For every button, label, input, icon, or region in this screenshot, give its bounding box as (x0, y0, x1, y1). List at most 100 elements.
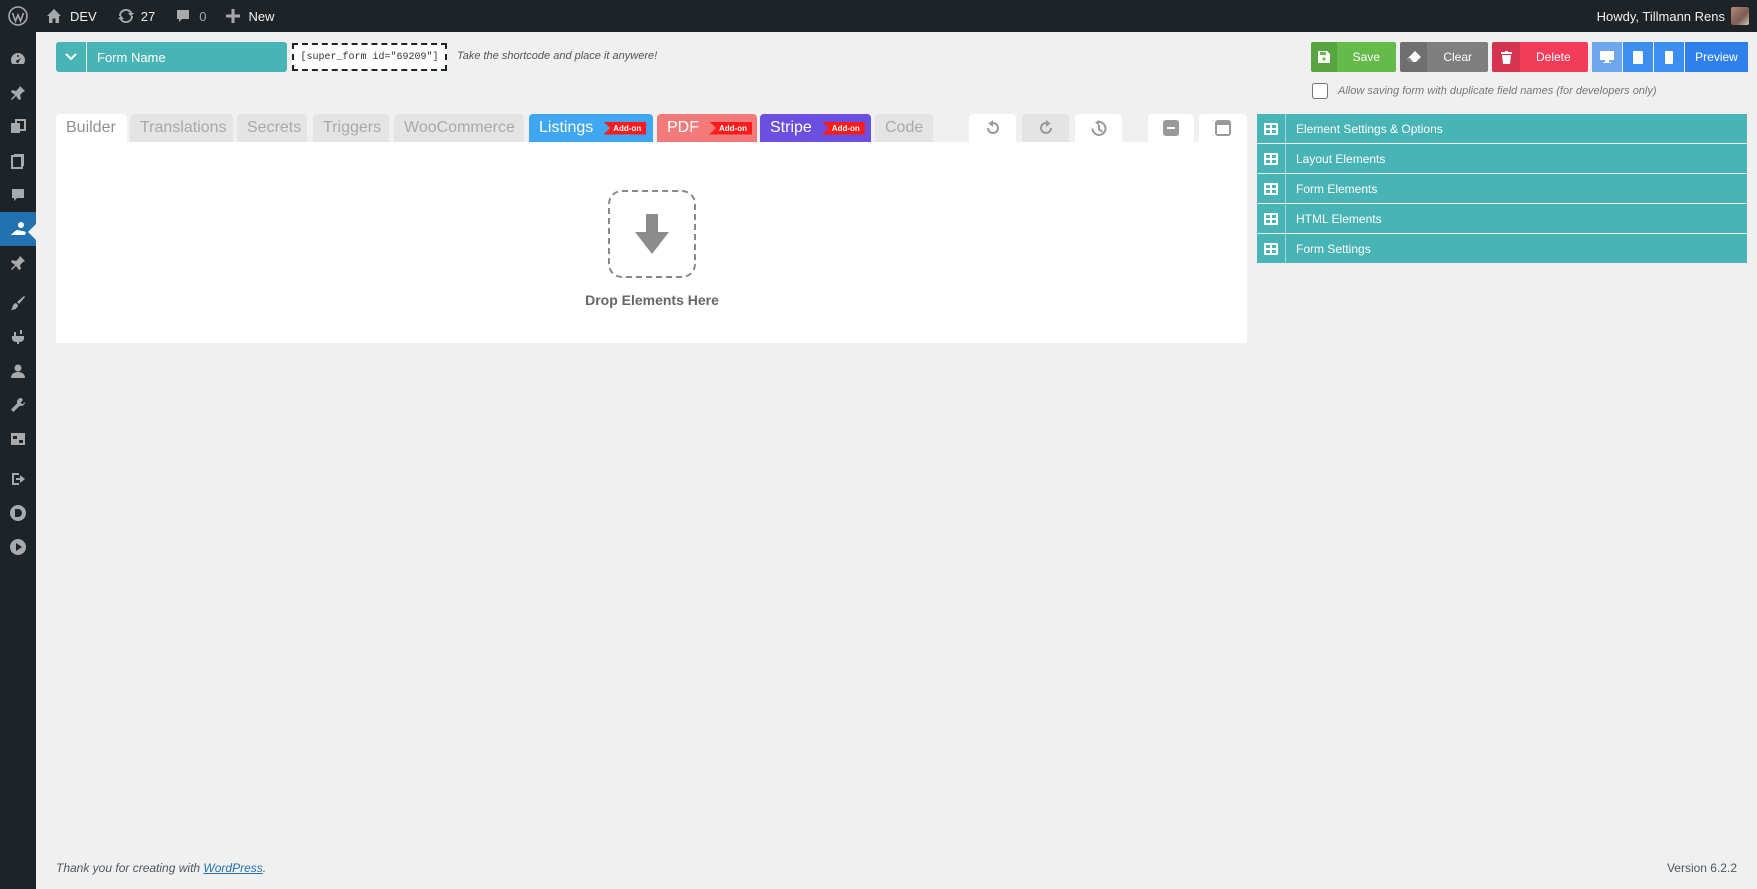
redo-icon (1039, 120, 1052, 134)
tools-icon[interactable] (0, 388, 36, 422)
my-account-link[interactable]: Howdy, Tillmann Rens (1587, 0, 1757, 32)
updates-link[interactable]: 27 (107, 0, 165, 32)
undo-button[interactable] (969, 114, 1016, 142)
minimize-icon (1163, 120, 1179, 136)
clear-button[interactable]: Clear (1400, 42, 1488, 72)
elements-panel: Element Settings & Options Layout Elemen… (1257, 114, 1747, 264)
grid-icon (1257, 204, 1286, 233)
panel-item-label: HTML Elements (1296, 211, 1382, 226)
grid-icon (1257, 144, 1286, 173)
greeting: Howdy, Tillmann Rens (1596, 8, 1725, 24)
tab-label: Triggers (323, 119, 382, 136)
maximize-icon (1215, 120, 1231, 136)
pin-icon[interactable] (0, 246, 36, 280)
history-icon (1091, 119, 1107, 136)
history-button[interactable] (1075, 114, 1122, 142)
panel-item-label: Layout Elements (1296, 151, 1386, 166)
tab-pdf[interactable]: PDF Add-on (657, 114, 757, 142)
floppy-icon (1311, 42, 1337, 72)
tab-label: Code (885, 119, 924, 136)
site-name: DEV (70, 8, 97, 24)
eraser-icon (1400, 42, 1428, 72)
tab-label: Builder (66, 119, 116, 136)
tablet-view-button[interactable] (1623, 42, 1653, 72)
media-icon[interactable] (0, 110, 36, 144)
tab-triggers[interactable]: Triggers (313, 114, 389, 142)
admin-bar: DEV 27 0 New Howdy, Tillmann Rens (0, 0, 1757, 32)
appearance-icon[interactable] (0, 286, 36, 320)
footer-thanks-prefix: Thank you for creating with (56, 861, 204, 875)
delete-button[interactable]: Delete (1492, 42, 1588, 72)
arrow-down-icon (635, 214, 669, 254)
panel-item-label: Form Settings (1296, 241, 1371, 256)
grid-icon (1257, 174, 1286, 203)
tab-secrets[interactable]: Secrets (237, 114, 307, 142)
panel-form-settings[interactable]: Form Settings (1257, 234, 1747, 263)
form-name-input[interactable] (87, 42, 287, 72)
form-selector-toggle[interactable] (56, 42, 86, 72)
users-icon[interactable] (0, 354, 36, 388)
delete-label: Delete (1536, 50, 1571, 64)
redo-button[interactable] (1022, 114, 1069, 142)
panel-layout-elements[interactable]: Layout Elements (1257, 144, 1747, 173)
addon-badge: Add-on (603, 121, 647, 135)
dashboard-icon[interactable] (0, 42, 36, 76)
desktop-icon (1600, 51, 1614, 63)
wordpress-logo-icon[interactable] (0, 0, 36, 32)
tab-label: PDF (667, 119, 699, 136)
pages-icon[interactable] (0, 144, 36, 178)
tab-woocommerce[interactable]: WooCommerce (394, 114, 524, 142)
updates-count: 27 (140, 8, 156, 24)
trash-icon (1492, 42, 1520, 72)
export-icon[interactable] (0, 462, 36, 496)
expand-all-button[interactable] (1199, 114, 1247, 142)
new-label: New (248, 8, 275, 24)
comments-link[interactable]: 0 (165, 0, 216, 32)
tab-label: WooCommerce (404, 119, 515, 136)
duplicate-names-option[interactable]: Allow saving form with duplicate field n… (1312, 83, 1657, 99)
preview-button[interactable]: Preview (1685, 42, 1748, 72)
footer-thanks: Thank you for creating with WordPress. (56, 861, 266, 875)
duplicate-names-label: Allow saving form with duplicate field n… (1338, 85, 1657, 97)
tab-stripe[interactable]: Stripe Add-on (760, 114, 871, 142)
tab-label: Translations (140, 119, 227, 136)
grid-icon (1257, 114, 1286, 143)
tab-code[interactable]: Code (875, 114, 933, 142)
grid-icon (1257, 234, 1286, 263)
panel-form-elements[interactable]: Form Elements (1257, 174, 1747, 203)
mobile-icon (1665, 50, 1673, 64)
panel-html-elements[interactable]: HTML Elements (1257, 204, 1747, 233)
drop-zone[interactable] (608, 190, 696, 278)
desktop-view-button[interactable] (1592, 42, 1622, 72)
collapse-all-button[interactable] (1148, 114, 1194, 142)
shortcode-box[interactable]: [super_form id="69209"] (292, 43, 447, 71)
site-name-link[interactable]: DEV (36, 0, 107, 32)
pin-icon[interactable] (0, 76, 36, 110)
drop-elements-label: Drop Elements Here (585, 292, 719, 308)
divi-icon[interactable] (0, 496, 36, 530)
super-forms-icon[interactable] (0, 212, 36, 246)
footer-version: Version 6.2.2 (1666, 861, 1737, 875)
panel-item-label: Element Settings & Options (1296, 121, 1443, 136)
panel-element-settings[interactable]: Element Settings & Options (1257, 114, 1747, 143)
tab-builder[interactable]: Builder (56, 114, 127, 142)
tab-translations[interactable]: Translations (130, 114, 233, 142)
tab-listings[interactable]: Listings Add-on (529, 114, 653, 142)
wordpress-link[interactable]: WordPress (203, 861, 262, 875)
panel-item-label: Form Elements (1296, 181, 1378, 196)
new-content-link[interactable]: New (216, 0, 284, 32)
save-label: Save (1352, 50, 1380, 64)
duplicate-names-checkbox[interactable] (1312, 83, 1328, 99)
tab-label: Secrets (247, 119, 302, 136)
undo-icon (986, 120, 999, 134)
mobile-view-button[interactable] (1654, 42, 1684, 72)
comments-icon[interactable] (0, 178, 36, 212)
save-button[interactable]: Save (1311, 42, 1396, 72)
plugins-icon[interactable] (0, 320, 36, 354)
comments-count: 0 (199, 8, 207, 24)
play-icon[interactable] (0, 530, 36, 564)
chevron-down-icon (65, 53, 77, 61)
settings-icon[interactable] (0, 422, 36, 456)
comment-icon (177, 10, 190, 22)
footer-thanks-suffix: . (262, 861, 267, 875)
